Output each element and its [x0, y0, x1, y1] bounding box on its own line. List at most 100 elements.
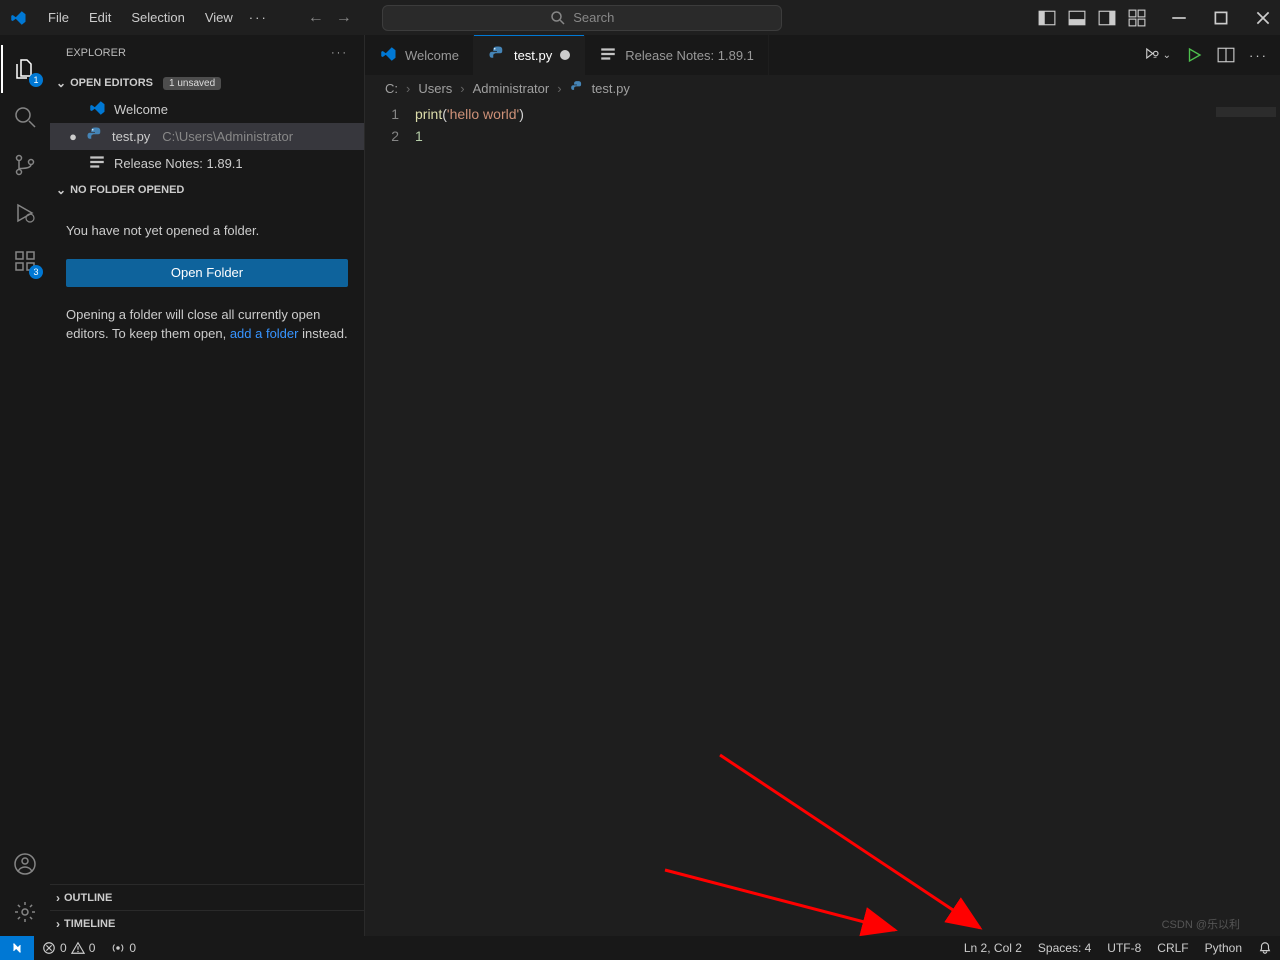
layout-controls	[1038, 9, 1146, 27]
minimap[interactable]	[1200, 101, 1280, 936]
menu-selection[interactable]: Selection	[123, 6, 192, 29]
breadcrumb-seg[interactable]: Administrator	[473, 81, 550, 96]
chevron-right-icon: ›	[557, 81, 561, 96]
ports-count: 0	[129, 941, 136, 955]
sidebar-header: Explorer ···	[50, 35, 364, 70]
command-center-search[interactable]: Search	[382, 5, 782, 31]
add-folder-link[interactable]: add a folder	[230, 326, 299, 341]
nav-arrows: ← →	[308, 9, 352, 27]
timeline-section[interactable]: › Timeline	[50, 910, 364, 936]
chevron-right-icon: ›	[460, 81, 464, 96]
tab-welcome[interactable]: Welcome	[365, 35, 474, 75]
timeline-label: Timeline	[64, 918, 115, 930]
tab-testpy[interactable]: test.py	[474, 35, 585, 75]
tab-label: test.py	[514, 48, 552, 63]
tab-release-notes[interactable]: Release Notes: 1.89.1	[585, 35, 769, 75]
run-config-icon[interactable]: ⌄	[1143, 46, 1171, 64]
nav-forward-icon[interactable]: →	[336, 9, 352, 27]
statusbar: 0 0 0 Ln 2, Col 2 Spaces: 4 UTF-8 CRLF P…	[0, 936, 1280, 960]
remote-indicator[interactable]	[0, 936, 34, 960]
status-notifications-icon[interactable]	[1250, 936, 1280, 960]
run-file-icon[interactable]	[1185, 46, 1203, 64]
no-folder-label: No Folder Opened	[70, 184, 184, 196]
activity-source-control[interactable]	[1, 141, 49, 189]
no-folder-header[interactable]: ⌄ No Folder Opened	[50, 177, 364, 203]
toggle-panel-right-icon[interactable]	[1098, 9, 1116, 27]
release-notes-icon	[599, 45, 617, 66]
status-encoding[interactable]: UTF-8	[1099, 936, 1149, 960]
editor-actions: ⌄ ···	[1143, 35, 1280, 75]
code-editor[interactable]: 12 print('hello world') 1	[365, 101, 1280, 936]
vscode-file-icon	[88, 99, 106, 120]
breadcrumb: C:› Users› Administrator› test.py	[365, 75, 1280, 101]
run-debug-icon	[13, 201, 37, 225]
activity-settings[interactable]	[1, 888, 49, 936]
activity-explorer[interactable]: 1	[1, 45, 49, 93]
broadcast-icon	[111, 941, 125, 955]
code-lines: print('hello world') 1	[415, 101, 1280, 936]
tab-label: Welcome	[405, 48, 459, 63]
python-file-icon	[488, 45, 506, 66]
open-editors-label: Open Editors	[70, 77, 153, 89]
status-problems[interactable]: 0 0	[34, 936, 103, 960]
account-icon	[13, 852, 37, 876]
open-editor-testpy[interactable]: ● test.py C:\Users\Administrator	[50, 123, 364, 150]
chevron-right-icon: ›	[56, 917, 60, 931]
open-editor-welcome[interactable]: Welcome	[50, 96, 364, 123]
breadcrumb-seg[interactable]: C:	[385, 81, 398, 96]
toggle-panel-left-icon[interactable]	[1038, 9, 1056, 27]
sidebar-title: Explorer	[66, 47, 126, 59]
menu-view[interactable]: View	[197, 6, 241, 29]
toggle-panel-bottom-icon[interactable]	[1068, 9, 1086, 27]
breadcrumb-seg[interactable]: Users	[418, 81, 452, 96]
window-maximize-icon[interactable]	[1212, 9, 1230, 27]
window-close-icon[interactable]	[1254, 9, 1272, 27]
sidebar-more-icon[interactable]: ···	[331, 47, 348, 59]
breadcrumb-seg[interactable]: test.py	[592, 81, 630, 96]
status-ports[interactable]: 0	[103, 936, 144, 960]
status-language[interactable]: Python	[1197, 936, 1250, 960]
menu-overflow-icon[interactable]: ···	[249, 10, 268, 25]
gear-icon	[13, 900, 37, 924]
warning-count: 0	[89, 941, 96, 955]
search-placeholder: Search	[573, 10, 614, 25]
no-folder-body: You have not yet opened a folder. Open F…	[50, 203, 364, 362]
extensions-badge: 3	[29, 265, 43, 279]
open-folder-button[interactable]: Open Folder	[66, 259, 348, 287]
activity-accounts[interactable]	[1, 840, 49, 888]
hint-suffix: instead.	[298, 326, 347, 341]
activity-search[interactable]	[1, 93, 49, 141]
open-editor-label: test.py	[112, 129, 150, 144]
activity-bar: 1 3	[0, 35, 50, 936]
python-file-icon	[570, 80, 584, 97]
menu-edit[interactable]: Edit	[81, 6, 119, 29]
editor-more-icon[interactable]: ···	[1249, 48, 1268, 63]
release-notes-icon	[88, 153, 106, 174]
status-spaces[interactable]: Spaces: 4	[1030, 936, 1099, 960]
open-editors-header[interactable]: ⌄ Open Editors 1 unsaved	[50, 70, 364, 96]
window-controls	[1170, 9, 1272, 27]
status-eol[interactable]: CRLF	[1149, 936, 1196, 960]
split-editor-icon[interactable]	[1217, 46, 1235, 64]
customize-layout-icon[interactable]	[1128, 9, 1146, 27]
code-token-paren: )	[519, 106, 524, 122]
activity-extensions[interactable]: 3	[1, 237, 49, 285]
status-ln-col[interactable]: Ln 2, Col 2	[956, 936, 1030, 960]
no-folder-hint: Opening a folder will close all currentl…	[66, 305, 348, 344]
open-editor-release-notes[interactable]: Release Notes: 1.89.1	[50, 150, 364, 177]
watermark-text: CSDN @乐以利	[1162, 916, 1240, 932]
nav-back-icon[interactable]: ←	[308, 9, 324, 27]
editor-tabs: Welcome test.py Release Notes: 1.89.1 ⌄ …	[365, 35, 1280, 75]
chevron-down-icon: ⌄	[56, 76, 66, 90]
open-editor-label: Welcome	[114, 102, 168, 117]
menu-file[interactable]: File	[40, 6, 77, 29]
window-minimize-icon[interactable]	[1170, 9, 1188, 27]
outline-section[interactable]: › Outline	[50, 884, 364, 910]
dirty-dot-icon	[560, 50, 570, 60]
activity-run-debug[interactable]	[1, 189, 49, 237]
main-menu: File Edit Selection View	[40, 6, 241, 29]
no-folder-text: You have not yet opened a folder.	[66, 221, 348, 241]
chevron-down-icon: ⌄	[56, 183, 66, 197]
explorer-badge: 1	[29, 73, 43, 87]
warning-icon	[71, 941, 85, 955]
